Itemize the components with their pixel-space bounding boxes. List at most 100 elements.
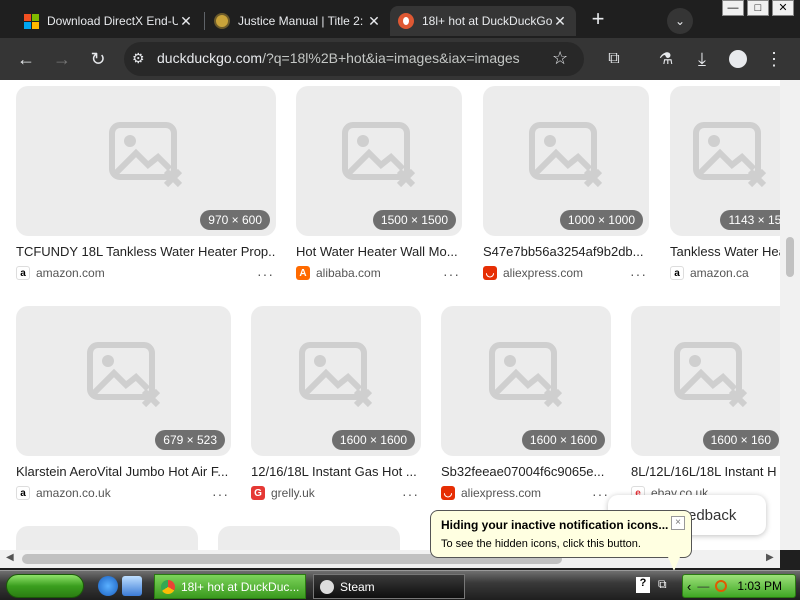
more-options-button[interactable]: ···	[402, 486, 419, 502]
close-window-button[interactable]: ✕	[772, 0, 794, 16]
network-icon[interactable]: ⧉	[658, 577, 672, 593]
tab-justice-manual[interactable]: Justice Manual | Title 2: ✕	[206, 6, 390, 36]
image-thumbnail[interactable]: 679 × 523	[16, 306, 231, 456]
result-source[interactable]: a amazon.com	[16, 266, 105, 280]
result-title[interactable]: Sb32feeae07004f6c9065e...	[441, 464, 611, 479]
image-thumbnail[interactable]: 1500 × 1500	[296, 86, 462, 236]
show-hidden-icons-button[interactable]: ‹	[687, 579, 691, 594]
menu-button[interactable]: ⋮	[762, 47, 786, 71]
help-icon[interactable]: ?	[636, 577, 650, 593]
more-options-button[interactable]: ···	[443, 266, 460, 282]
more-options-button[interactable]: ···	[592, 486, 609, 502]
site-info-icon[interactable]: ⚙	[132, 50, 145, 67]
reload-button[interactable]: ↻	[86, 47, 110, 71]
taskbar-item-browser[interactable]: 18l+ hot at DuckDuc...	[154, 574, 306, 599]
tab-duckduckgo[interactable]: 18l+ hot at DuckDuckGo ✕	[390, 6, 576, 36]
taskbar-item-steam[interactable]: Steam	[313, 574, 465, 599]
result-source[interactable]: ◡ aliexpress.com	[483, 266, 583, 280]
maximize-button[interactable]: □	[747, 0, 769, 16]
profile-button[interactable]	[726, 47, 750, 71]
url-path: /?q=18l%2B+hot&ia=images&iax=images	[262, 50, 520, 66]
windows-icon	[24, 13, 39, 29]
aliexpress-icon: ◡	[483, 266, 497, 280]
arrow-left-icon: ←	[17, 48, 35, 69]
result-title[interactable]: TCFUNDY 18L Tankless Water Heater Prop..…	[16, 244, 276, 259]
taskbar-item-label: 18l+ hot at DuckDuc...	[181, 579, 300, 594]
image-placeholder-icon	[109, 122, 183, 188]
tab-search-button[interactable]: ⌄	[667, 8, 693, 34]
extensions-button[interactable]: ⧉	[602, 47, 626, 71]
more-options-button[interactable]: ···	[630, 266, 647, 282]
start-button[interactable]	[6, 574, 84, 598]
source-domain: amazon.ca	[690, 266, 749, 280]
close-icon[interactable]: ✕	[178, 13, 194, 29]
source-domain: amazon.com	[36, 266, 105, 280]
result-source[interactable]: a amazon.co.uk	[16, 486, 111, 500]
tray-dash-icon: —	[697, 579, 710, 593]
scrollbar-thumb[interactable]	[786, 237, 794, 277]
back-button[interactable]: ←	[14, 47, 38, 71]
image-placeholder-icon	[693, 122, 767, 188]
forward-button[interactable]: →	[50, 47, 74, 71]
source-domain: aliexpress.com	[503, 266, 584, 280]
image-thumbnail[interactable]	[16, 526, 198, 550]
tab-directx[interactable]: Download DirectX End-U ✕	[16, 6, 202, 36]
result-title[interactable]: 12/16/18L Instant Gas Hot ...	[251, 464, 421, 479]
source-domain: alibaba.com	[316, 266, 381, 280]
amazon-icon: a	[16, 486, 30, 500]
image-thumbnail[interactable]: 1600 × 1600	[441, 306, 611, 456]
balloon-tail	[668, 557, 680, 571]
result-source[interactable]: ◡ aliexpress.com	[441, 486, 541, 500]
download-icon: ⤓	[698, 48, 706, 69]
more-options-button[interactable]: ···	[257, 266, 274, 282]
alibaba-icon: A	[296, 266, 310, 280]
system-tray: ‹ — 1:03 PM	[682, 574, 796, 598]
image-thumbnail[interactable]	[218, 526, 400, 550]
image-thumbnail[interactable]: 1600 × 1600	[251, 306, 421, 456]
scroll-left-arrow[interactable]: ◀	[6, 552, 14, 563]
notification-balloon[interactable]: Hiding your inactive notification icons.…	[430, 510, 692, 558]
vertical-scrollbar[interactable]	[780, 80, 800, 550]
result-title[interactable]: 8L/12L/16L/18L Instant H	[631, 464, 776, 479]
close-icon[interactable]: ✕	[366, 13, 382, 29]
kebab-menu-icon: ⋮	[765, 48, 783, 69]
aliexpress-icon: ◡	[441, 486, 455, 500]
result-title[interactable]: Klarstein AeroVital Jumbo Hot Air F...	[16, 464, 231, 479]
image-thumbnail[interactable]: 970 × 600	[16, 86, 276, 236]
window-controls: — □ ✕	[719, 0, 794, 18]
labs-button[interactable]: ⚗	[654, 47, 678, 71]
tab-title: Justice Manual | Title 2:	[238, 14, 364, 28]
show-desktop-icon[interactable]	[122, 576, 142, 596]
chevron-down-icon: ⌄	[674, 14, 686, 28]
clock[interactable]: 1:03 PM	[737, 579, 782, 593]
taskbar-item-label: Steam	[340, 579, 375, 594]
result-source[interactable]: Aalibaba.com	[296, 266, 381, 280]
image-dimensions: 1600 × 160	[702, 430, 779, 450]
downloads-button[interactable]: ⤓	[690, 47, 714, 71]
image-dimensions: 1000 × 1000	[559, 210, 643, 230]
image-placeholder-icon	[674, 342, 748, 408]
more-options-button[interactable]: ···	[212, 486, 229, 502]
bookmark-star-icon[interactable]: ☆	[552, 48, 568, 69]
arrow-right-icon: →	[53, 48, 71, 69]
image-thumbnail[interactable]: 1000 × 1000	[483, 86, 649, 236]
result-source[interactable]: Ggrelly.uk	[251, 486, 315, 500]
search-icon[interactable]	[715, 580, 728, 592]
address-bar[interactable]: ⚙ duckduckgo.com/?q=18l%2B+hot&ia=images…	[124, 42, 584, 76]
image-dimensions: 970 × 600	[200, 210, 270, 230]
result-title[interactable]: Hot Water Heater Wall Mo...	[296, 244, 462, 259]
image-thumbnail[interactable]: 1600 × 160	[631, 306, 780, 456]
internet-explorer-icon[interactable]	[98, 576, 118, 596]
result-title[interactable]: S47e7bb56a3254af9b2db...	[483, 244, 649, 259]
amazon-icon: a	[16, 266, 30, 280]
scroll-right-arrow[interactable]: ▶	[766, 552, 774, 563]
close-icon[interactable]: ✕	[552, 13, 568, 29]
minimize-button[interactable]: —	[722, 0, 744, 16]
flask-icon: ⚗	[658, 51, 674, 68]
image-dimensions: 679 × 523	[155, 430, 225, 450]
result-title[interactable]: Tankless Water Hea	[670, 244, 780, 259]
close-icon[interactable]: ×	[671, 516, 685, 530]
image-thumbnail[interactable]: 1143 × 150	[670, 86, 780, 236]
new-tab-button[interactable]: +	[586, 8, 610, 32]
result-source[interactable]: a amazon.ca	[670, 266, 749, 280]
